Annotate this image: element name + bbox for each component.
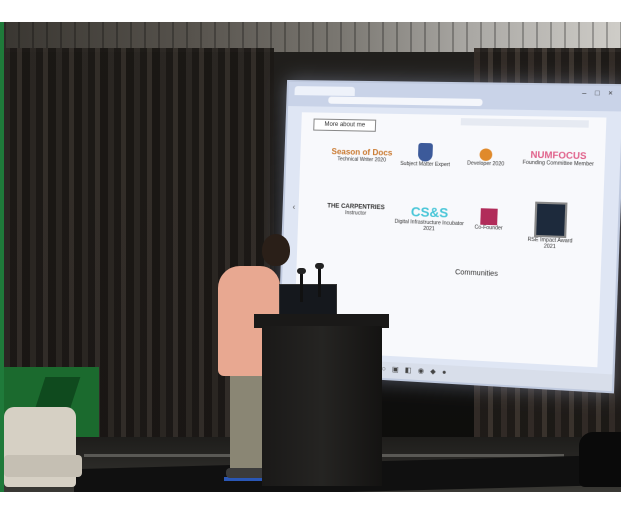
address-bar <box>328 96 483 107</box>
logo-season-of-docs: Season of Docs Technical Writer 2020 <box>331 147 393 164</box>
microphone-icon-2 <box>315 263 324 297</box>
browser-tab <box>294 86 355 96</box>
window-controls: – □ × <box>582 89 617 98</box>
lounge-chair <box>4 407 82 487</box>
podium <box>262 326 382 486</box>
microphone-icon <box>297 268 306 302</box>
logo-circle: Developer 2020 <box>459 148 512 168</box>
logo-numfocus: NUMFOCUS Founding Committee Member <box>522 149 594 168</box>
award-badge-icon <box>533 201 568 239</box>
side-arrow-icon: ‹ <box>292 202 296 212</box>
slide-section-title: More about me <box>313 118 377 132</box>
logo-rse: Co-Founder <box>465 208 512 232</box>
logo-award: RSE Impact Award 2021 <box>522 201 580 251</box>
floor-speaker <box>579 432 621 487</box>
logo-shield: Subject Matter Expert <box>399 142 452 169</box>
browser-bar: – □ × <box>288 81 621 112</box>
circle-logo-icon <box>479 148 493 162</box>
square-logo-icon <box>480 208 498 226</box>
logo-carpentries: THE CARPENTRIES Instructor <box>327 203 385 217</box>
logo-css: CS&S Digital Infrastructure Incubator 20… <box>394 203 465 233</box>
conference-photo: – □ × ‹ More about me Season of Docs Tec… <box>4 22 621 492</box>
speaker-head <box>262 234 290 266</box>
speaker-legs <box>230 362 266 472</box>
shield-icon <box>417 142 433 162</box>
